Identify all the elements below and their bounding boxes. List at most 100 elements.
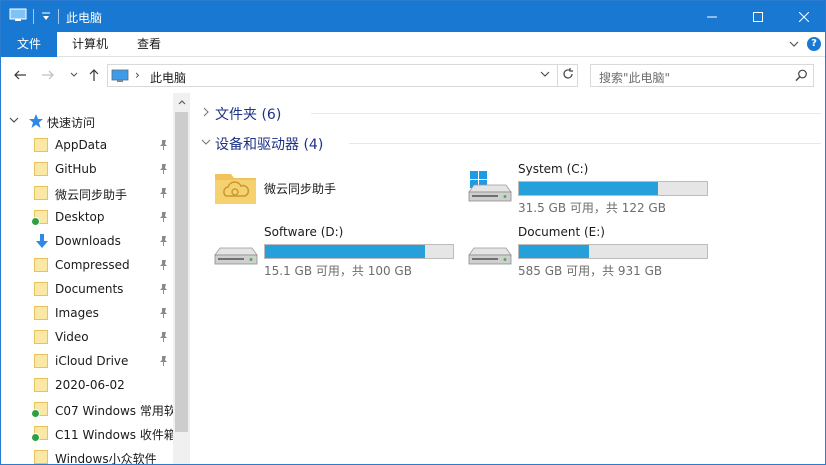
close-button[interactable] — [781, 1, 825, 32]
pin-icon[interactable] — [158, 307, 169, 318]
arrow-up-icon — [89, 69, 99, 81]
sidebar-item[interactable]: GitHub — [1, 157, 173, 181]
tab-view[interactable]: 查看 — [123, 32, 175, 57]
windows-drive-icon — [468, 171, 512, 202]
sidebar-item[interactable]: Documents — [1, 277, 173, 301]
group-title: 设备和驱动器 (4) — [215, 137, 324, 153]
download-icon — [34, 233, 50, 249]
pin-icon[interactable] — [158, 211, 169, 222]
sidebar-item[interactable]: C07 Windows 常用软 — [1, 397, 173, 421]
explorer-window: 此电脑 文件 计算机 查看 ? › 此电脑 搜索"此电脑" 快速访问 AppDa… — [0, 0, 826, 465]
capacity-bar — [264, 244, 454, 259]
search-icon[interactable] — [795, 69, 808, 82]
minimize-button[interactable] — [689, 1, 735, 32]
pin-icon[interactable] — [158, 139, 169, 150]
navigation-pane[interactable]: 快速访问 AppData GitHub 微云同步助手 Desktop Downloads… — [1, 93, 173, 465]
sidebar-item[interactable]: C11 Windows 收件箱 — [1, 421, 173, 445]
sidebar-item-label: 微云同步助手 — [55, 188, 128, 202]
folder-icon — [34, 137, 50, 153]
tab-computer[interactable]: 计算机 — [58, 32, 122, 57]
sidebar-item-label: Documents — [55, 282, 124, 296]
folder-icon — [34, 305, 50, 321]
search-box[interactable]: 搜索"此电脑" — [590, 64, 814, 87]
capacity-bar-fill — [519, 245, 589, 258]
sidebar-item[interactable]: Video — [1, 325, 173, 349]
minimize-icon — [707, 16, 717, 17]
sidebar-item[interactable]: Windows小众软件 — [1, 445, 173, 465]
capacity-bar — [518, 244, 708, 259]
pin-icon[interactable] — [158, 259, 169, 270]
cloud-folder-icon — [215, 174, 256, 204]
back-button[interactable] — [11, 66, 29, 84]
sidebar-item-label: Downloads — [55, 234, 121, 248]
sidebar-item[interactable]: 2020-06-02 — [1, 373, 173, 397]
sync-check-icon — [31, 433, 40, 442]
scroll-up-button[interactable] — [173, 93, 190, 110]
sidebar-item[interactable]: 微云同步助手 — [1, 181, 173, 205]
device-tile-system-c[interactable]: System (C:) 31.5 GB 可用，共 122 GB — [468, 162, 718, 215]
group-header-folders[interactable]: 文件夹 (6) — [201, 102, 821, 124]
folder-icon — [31, 425, 50, 442]
address-bar[interactable]: › 此电脑 — [107, 64, 578, 87]
close-icon — [799, 11, 809, 22]
refresh-icon — [563, 68, 573, 79]
chevron-down-icon — [70, 72, 78, 77]
recent-locations-button[interactable] — [65, 66, 83, 84]
chevron-down-icon — [540, 71, 550, 77]
title-bar[interactable]: 此电脑 — [1, 1, 825, 32]
pin-icon[interactable] — [158, 331, 169, 342]
up-button[interactable] — [85, 66, 103, 84]
sidebar-item-label: Images — [55, 306, 99, 320]
help-button[interactable]: ? — [807, 37, 821, 51]
device-tile-software-d[interactable]: Software (D:) 15.1 GB 可用，共 100 GB — [214, 225, 464, 278]
group-header-devices[interactable]: 设备和驱动器 (4) — [201, 132, 821, 154]
pin-icon[interactable] — [158, 163, 169, 174]
sidebar-item[interactable]: AppData — [1, 133, 173, 157]
device-name: 微云同步助手 — [264, 182, 337, 196]
search-placeholder[interactable]: 搜索"此电脑" — [599, 69, 670, 86]
pin-icon[interactable] — [158, 187, 169, 198]
maximize-button[interactable] — [735, 1, 781, 32]
group-title: 文件夹 (6) — [215, 107, 282, 123]
sidebar-item-label: Desktop — [55, 210, 105, 224]
sidebar-item[interactable]: iCloud Drive — [1, 349, 173, 373]
pin-icon[interactable] — [158, 355, 169, 366]
breadcrumb-chevron-icon[interactable]: › — [135, 68, 140, 82]
folder-icon — [31, 401, 50, 418]
folder-icon — [31, 209, 50, 226]
capacity-bar-fill — [265, 245, 425, 258]
drive-icon — [214, 247, 258, 265]
window-title: 此电脑 — [66, 11, 103, 25]
free-space-text: 15.1 GB 可用，共 100 GB — [264, 264, 412, 278]
sidebar-item[interactable]: Downloads — [1, 229, 173, 253]
pin-icon[interactable] — [158, 283, 169, 294]
device-tile-weiyun[interactable]: 微云同步助手 — [214, 168, 464, 218]
sidebar-item[interactable]: Images — [1, 301, 173, 325]
group-divider — [311, 113, 821, 114]
expand-ribbon-chevron-icon[interactable] — [788, 38, 800, 50]
breadcrumb-this-pc[interactable]: 此电脑 — [150, 69, 186, 86]
chevron-down-icon[interactable] — [9, 115, 19, 125]
chevron-down-icon — [201, 139, 211, 145]
folder-icon — [34, 161, 50, 177]
refresh-button[interactable] — [561, 67, 575, 85]
sidebar-item-quick-access[interactable]: 快速访问 — [1, 109, 173, 133]
sidebar-item[interactable]: Compressed — [1, 253, 173, 277]
sidebar-item-label: Windows小众软件 — [55, 452, 157, 465]
folder-icon — [34, 281, 50, 297]
sidebar-item[interactable]: Desktop — [1, 205, 173, 229]
tab-file[interactable]: 文件 — [1, 32, 57, 57]
forward-button[interactable] — [39, 66, 57, 84]
quick-access-toolbar-dropdown-icon[interactable] — [39, 10, 53, 24]
scroll-thumb[interactable] — [175, 112, 188, 432]
sync-check-icon — [31, 217, 40, 226]
address-history-dropdown[interactable] — [540, 69, 550, 82]
navigation-pane-scrollbar[interactable] — [173, 93, 190, 464]
chevron-up-icon — [178, 99, 185, 104]
pin-icon[interactable] — [158, 235, 169, 246]
chevron-right-icon — [203, 107, 209, 117]
content-pane[interactable]: 文件夹 (6) 设备和驱动器 (4) 微云同步助手 System (C:) 31… — [191, 93, 825, 464]
capacity-bar-fill — [519, 182, 659, 195]
device-tile-document-e[interactable]: Document (E:) 585 GB 可用，共 931 GB — [468, 225, 718, 278]
computer-icon[interactable] — [9, 8, 27, 22]
